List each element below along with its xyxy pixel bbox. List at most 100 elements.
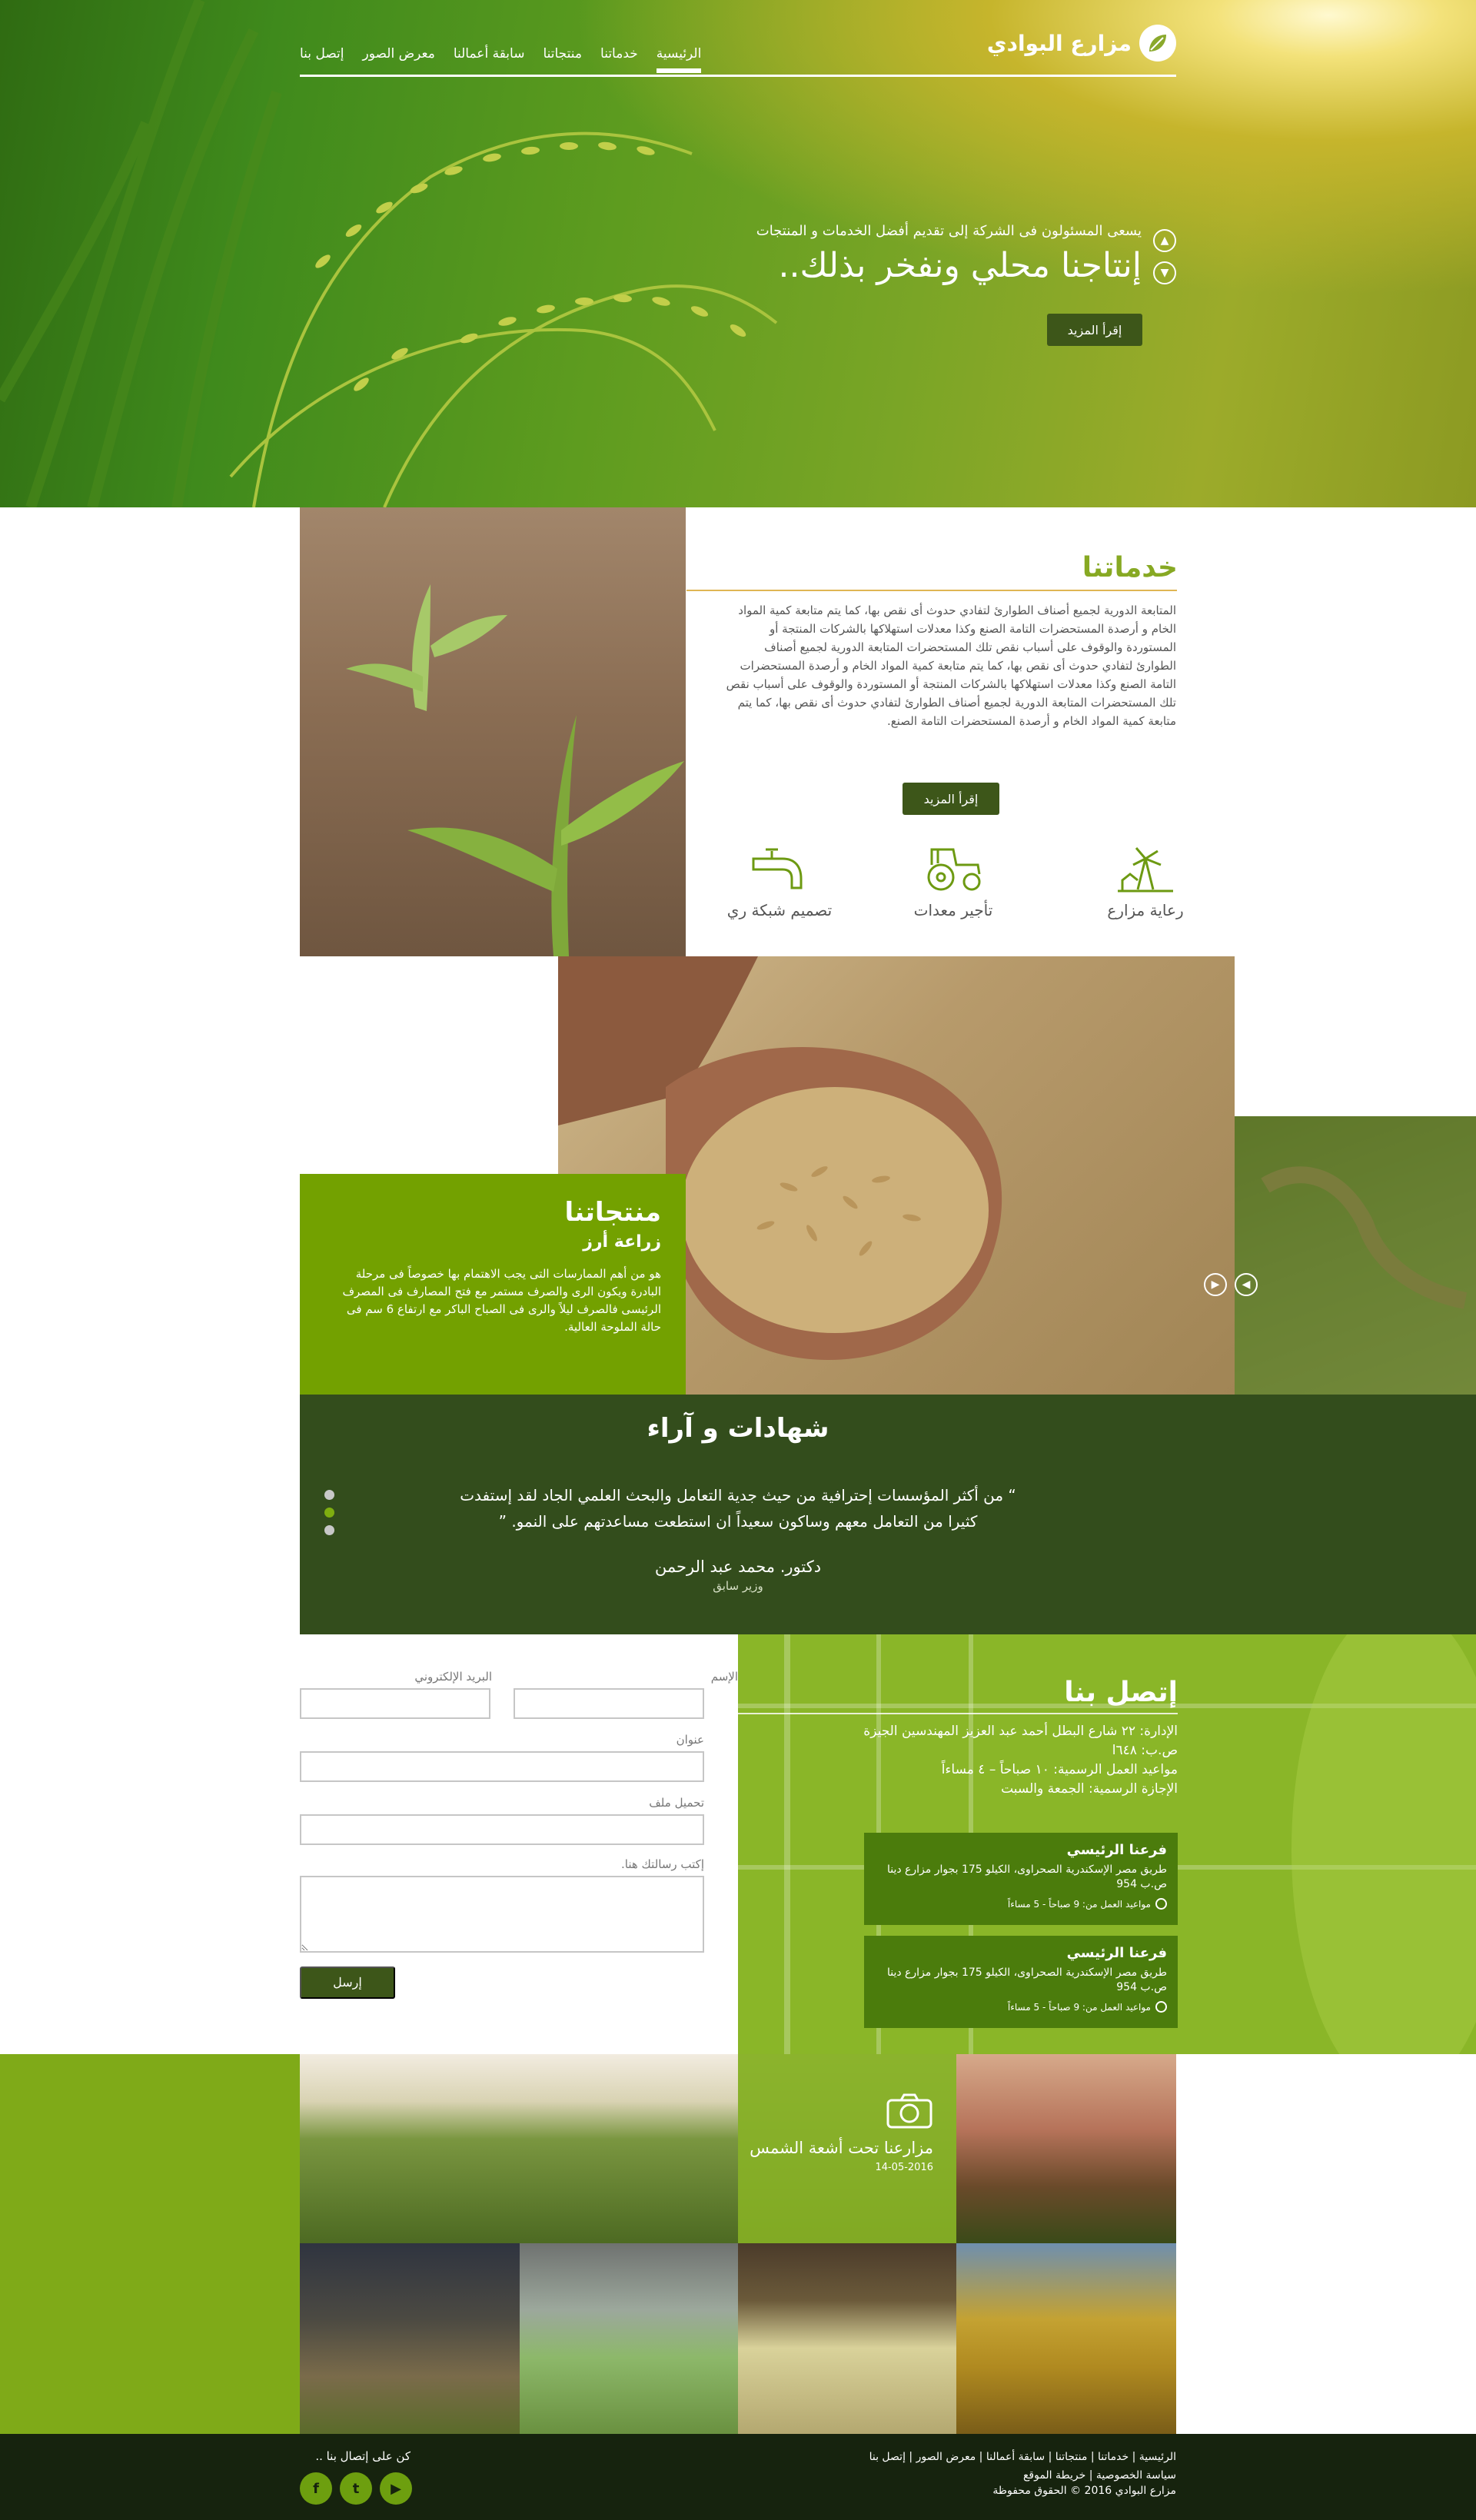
services-divider bbox=[686, 590, 1177, 591]
branch-hours-text: مواعيد العمل من: 9 صباحاً - 5 مساءاً bbox=[1007, 2001, 1151, 2013]
nav-contact[interactable]: إتصل بنا bbox=[300, 46, 344, 71]
camera-icon bbox=[886, 2093, 933, 2133]
service-label: تأجير معدات bbox=[913, 901, 993, 919]
branch-hours: مواعيد العمل من: 9 صباحاً - 5 مساءاً bbox=[875, 1898, 1167, 1910]
contact-section: إتصل بنا الإدارة: ٢٢ شارع البطل أحمد عبد… bbox=[738, 1634, 1476, 2054]
products-title: منتجاتنا bbox=[564, 1197, 662, 1228]
branch-hours: مواعيد العمل من: 9 صباحاً - 5 مساءاً bbox=[875, 2001, 1167, 2013]
gallery-photo-harvester[interactable] bbox=[956, 2243, 1176, 2434]
social-links: ▶ t f bbox=[300, 2472, 412, 2505]
name-field[interactable] bbox=[514, 1688, 704, 1719]
contact-address: الإدارة: ٢٢ شارع البطل أحمد عبد العزيز ا… bbox=[863, 1724, 1178, 1739]
products-slider-controls: ◀ ▶ bbox=[1204, 1273, 1258, 1296]
arrow-down-icon[interactable]: ▼ bbox=[1153, 261, 1176, 284]
testimonial-pagination bbox=[324, 1490, 334, 1543]
nav-products[interactable]: منتجاتنا bbox=[543, 46, 582, 71]
gallery-side-panel bbox=[0, 2054, 300, 2434]
gallery-photo-lettuce[interactable] bbox=[520, 2243, 738, 2434]
products-subtitle: زراعة أرز bbox=[583, 1232, 661, 1252]
farmer-field-photo bbox=[1235, 1116, 1476, 1395]
youtube-icon[interactable]: ▶ bbox=[380, 2472, 412, 2505]
address-field[interactable] bbox=[300, 1751, 704, 1782]
logo-text: مزارع البوادي bbox=[986, 30, 1132, 56]
top-navigation-bar: مزارع البوادي الرئيسية خدماتنا منتجاتنا … bbox=[300, 22, 1176, 77]
arrow-left-icon[interactable]: ◀ bbox=[1235, 1273, 1258, 1296]
footer-links: الرئيسية | خدماتنا | منتجاتنا | سابقة أع… bbox=[776, 2448, 1176, 2485]
footer-contact-label: كن على إتصال بنا .. bbox=[315, 2449, 411, 2463]
branch-hours-text: مواعيد العمل من: 9 صباحاً - 5 مساءاً bbox=[1007, 1898, 1151, 1910]
branch-address: طريق مصر الإسكندرية الصحراوى، الكيلو 175… bbox=[886, 1966, 1167, 1993]
contact-holiday: الإجازة الرسمية: الجمعة والسبت bbox=[1001, 1781, 1178, 1797]
testimonial-author: دكتور. محمد عبد الرحمن bbox=[654, 1558, 822, 1576]
hero-banner: مزارع البوادي الرئيسية خدماتنا منتجاتنا … bbox=[0, 0, 1476, 507]
footer-policy-links[interactable]: سياسة الخصوصية | خريطة الموقع bbox=[776, 2466, 1176, 2485]
address-label: عنوان bbox=[676, 1733, 704, 1747]
message-field[interactable] bbox=[300, 1876, 704, 1953]
branch-address: طريق مصر الإسكندرية الصحراوى، الكيلو 175… bbox=[886, 1863, 1167, 1890]
page: { "header": { "logo_text": "مزارع البواد… bbox=[0, 0, 1476, 2520]
contact-form: الإسم البريد الإلكتروني عنوان تحميل ملف … bbox=[300, 1634, 738, 2054]
services-title: خدماتنا bbox=[1082, 552, 1178, 583]
clock-icon bbox=[1155, 2001, 1167, 2013]
products-description: هو من أهم الممارسات التى يجب الاهتمام به… bbox=[342, 1267, 661, 1334]
email-label: البريد الإلكتروني bbox=[414, 1670, 492, 1684]
leaf-logo-icon bbox=[1139, 25, 1176, 62]
send-button[interactable]: إرسل bbox=[300, 1966, 395, 1999]
service-farm-care[interactable]: رعاية مزارع bbox=[1092, 841, 1199, 919]
file-upload-label: تحميل ملف bbox=[649, 1796, 704, 1810]
contact-hours: مواعيد العمل الرسمية: ١٠ صباحاً – ٤ مساء… bbox=[941, 1762, 1178, 1777]
contact-divider bbox=[738, 1713, 1178, 1714]
pagination-dot[interactable] bbox=[324, 1490, 334, 1500]
water-tap-icon bbox=[726, 841, 833, 896]
seedling-photo bbox=[300, 507, 686, 956]
email-field[interactable] bbox=[300, 1688, 490, 1719]
arrow-right-icon[interactable]: ▶ bbox=[1204, 1273, 1227, 1296]
branch-card: فرعنا الرئيسي طريق مصر الإسكندرية الصحرا… bbox=[864, 1833, 1178, 1925]
pagination-dot-active[interactable] bbox=[324, 1508, 334, 1518]
gallery-photo-vegetable-crate[interactable] bbox=[300, 2243, 520, 2434]
hero-read-more-button[interactable]: إقرأ المزيد bbox=[1047, 314, 1142, 346]
gallery-photo-corn-field[interactable] bbox=[300, 2054, 738, 2243]
services-read-more-button[interactable]: إقرأ المزيد bbox=[903, 783, 999, 815]
hero-subtitle: يسعى المسئولون فى الشركة إلى تقديم أفضل … bbox=[756, 223, 1142, 239]
gallery-photo-irrigation[interactable] bbox=[956, 2054, 1176, 2243]
nav-services[interactable]: خدماتنا bbox=[600, 46, 638, 71]
hero-title: إنتاجنا محلي ونفخر بذلك.. bbox=[778, 246, 1142, 285]
service-irrigation-design[interactable]: تصميم شبكة ري bbox=[726, 841, 833, 919]
nav-gallery[interactable]: معرض الصور bbox=[363, 46, 435, 71]
service-equipment-rental[interactable]: تأجير معدات bbox=[899, 841, 1007, 919]
testimonial-author-role: وزير سابق bbox=[713, 1579, 763, 1593]
contact-po-box: ص.ب: ٦٤٨ا bbox=[1112, 1743, 1178, 1758]
logo[interactable]: مزارع البوادي bbox=[987, 25, 1176, 62]
footer-nav-links[interactable]: الرئيسية | خدماتنا | منتجاتنا | سابقة أع… bbox=[776, 2448, 1176, 2466]
gallery-feature-date: 14-05-2016 bbox=[875, 2162, 933, 2173]
branch-title: فرعنا الرئيسي bbox=[1066, 1842, 1167, 1858]
service-label: رعاية مزارع bbox=[1107, 901, 1184, 919]
twitter-icon[interactable]: t bbox=[340, 2472, 372, 2505]
footer: الرئيسية | خدماتنا | منتجاتنا | سابقة أع… bbox=[0, 2434, 1476, 2520]
farm-windmill-icon bbox=[1092, 841, 1199, 896]
testimonials-title: شهادات و آراء bbox=[647, 1413, 829, 1444]
nav-home[interactable]: الرئيسية bbox=[656, 46, 701, 73]
gallery-feature-title: مزارعنا تحت أشعة الشمس bbox=[750, 2139, 933, 2157]
service-label: تصميم شبكة ري bbox=[726, 901, 833, 919]
name-label: الإسم bbox=[710, 1670, 738, 1684]
facebook-icon[interactable]: f bbox=[300, 2472, 332, 2505]
main-nav: الرئيسية خدماتنا منتجاتنا سابقة أعمالنا … bbox=[300, 46, 701, 73]
branch-card: فرعنا الرئيسي طريق مصر الإسكندرية الصحرا… bbox=[864, 1936, 1178, 2028]
arrow-up-icon[interactable]: ▲ bbox=[1153, 229, 1176, 252]
contact-info: الإدارة: ٢٢ شارع البطل أحمد عبد العزيز ا… bbox=[855, 1722, 1178, 1799]
gallery-photo-grapes[interactable] bbox=[738, 2243, 956, 2434]
products-card: منتجاتنا زراعة أرز هو من أهم الممارسات ا… bbox=[300, 1174, 686, 1395]
branch-title: فرعنا الرئيسي bbox=[1066, 1945, 1167, 1961]
services-description: المتابعة الدورية لجميع أصناف الطوارئ لتف… bbox=[726, 603, 1176, 728]
gallery-feature-tile[interactable]: مزارعنا تحت أشعة الشمس 14-05-2016 bbox=[738, 2054, 956, 2243]
message-label: إكتب رسالتك هنا. bbox=[621, 1857, 704, 1871]
nav-portfolio[interactable]: سابقة أعمالنا bbox=[454, 46, 525, 71]
tractor-icon bbox=[899, 841, 1007, 896]
pagination-dot[interactable] bbox=[324, 1525, 334, 1535]
testimonials-section: شهادات و آراء “ من أكثر المؤسسات إحترافي… bbox=[300, 1395, 1476, 1634]
copyright: مزارع البوادي 2016 © الحقوق محفوظة bbox=[992, 2485, 1176, 2497]
hero-slider-controls: ▲ ▼ bbox=[1153, 229, 1176, 294]
file-upload-field[interactable] bbox=[300, 1814, 704, 1845]
